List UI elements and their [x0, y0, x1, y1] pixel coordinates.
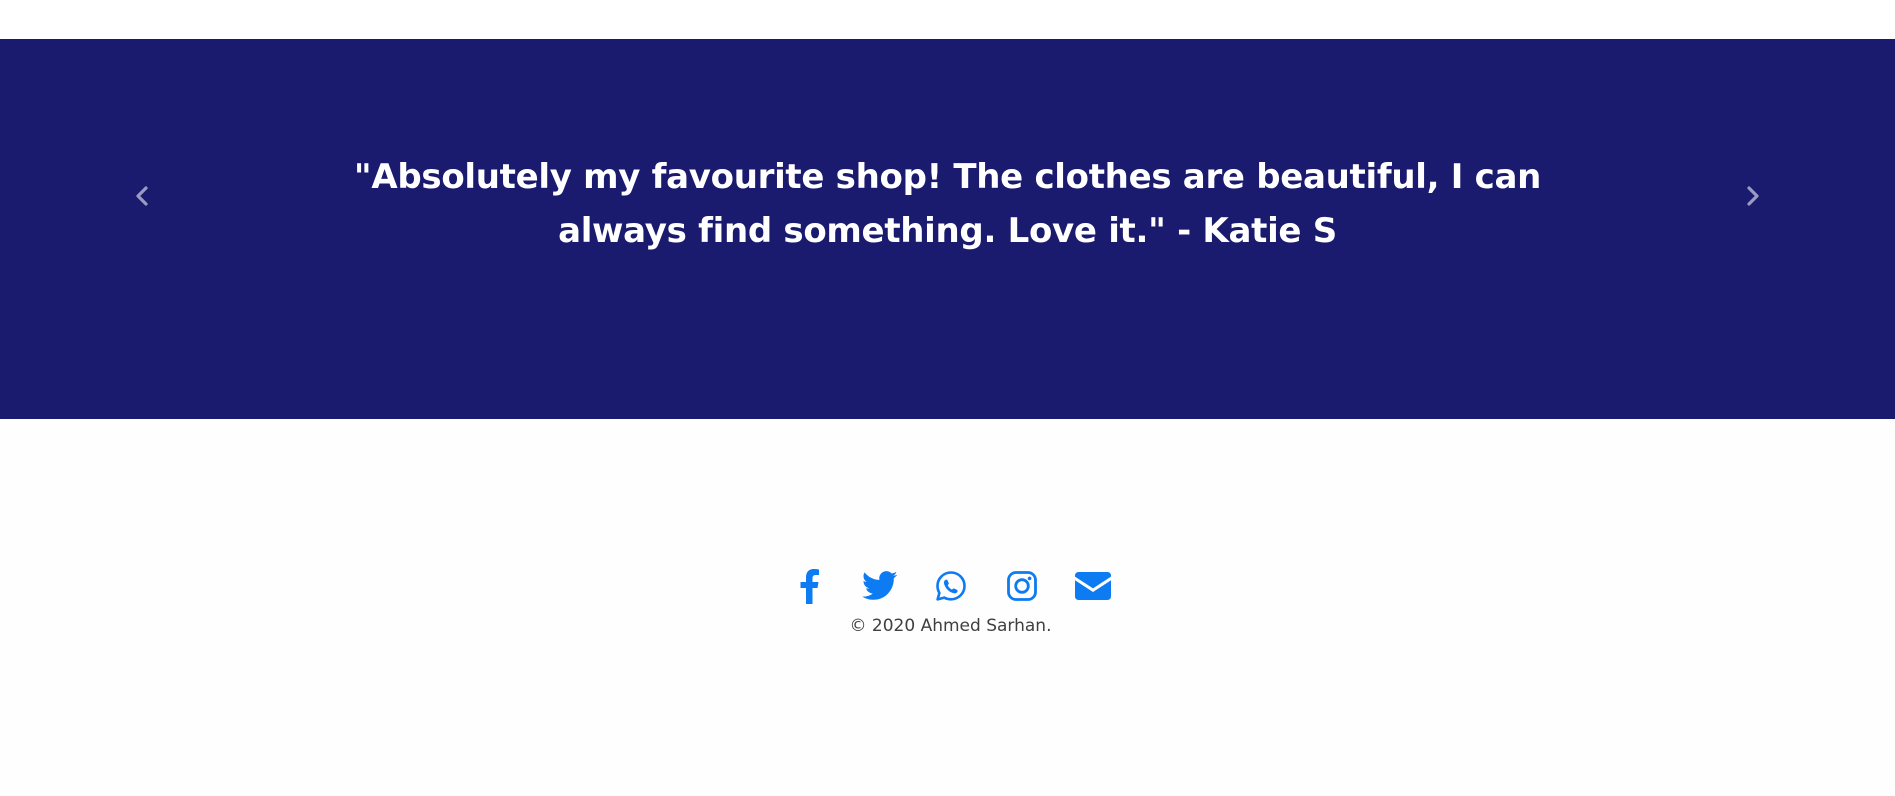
whatsapp-link[interactable] [933, 568, 969, 604]
email-link[interactable] [1074, 568, 1111, 604]
copyright-text: © 2020 Ahmed Sarhan. [849, 616, 1052, 636]
twitter-link[interactable] [861, 568, 898, 604]
envelope-icon [1074, 572, 1111, 600]
testimonial-quote: "Absolutely my favourite shop! The cloth… [353, 157, 1542, 251]
chevron-right-icon [1747, 186, 1759, 206]
twitter-icon [861, 571, 897, 600]
carousel-next-button[interactable] [1703, 39, 1803, 419]
testimonial-carousel: "Absolutely my favourite shop! The cloth… [0, 39, 1895, 419]
chevron-left-icon [136, 186, 148, 206]
social-links [785, 568, 1111, 604]
carousel-prev-button[interactable] [92, 39, 192, 419]
facebook-icon [800, 569, 819, 604]
top-spacer [0, 0, 1895, 39]
footer: © 2020 Ahmed Sarhan. [0, 419, 1895, 796]
facebook-link[interactable] [791, 568, 827, 604]
whatsapp-icon [935, 571, 966, 601]
instagram-icon [1006, 571, 1037, 601]
instagram-link[interactable] [1004, 568, 1040, 604]
